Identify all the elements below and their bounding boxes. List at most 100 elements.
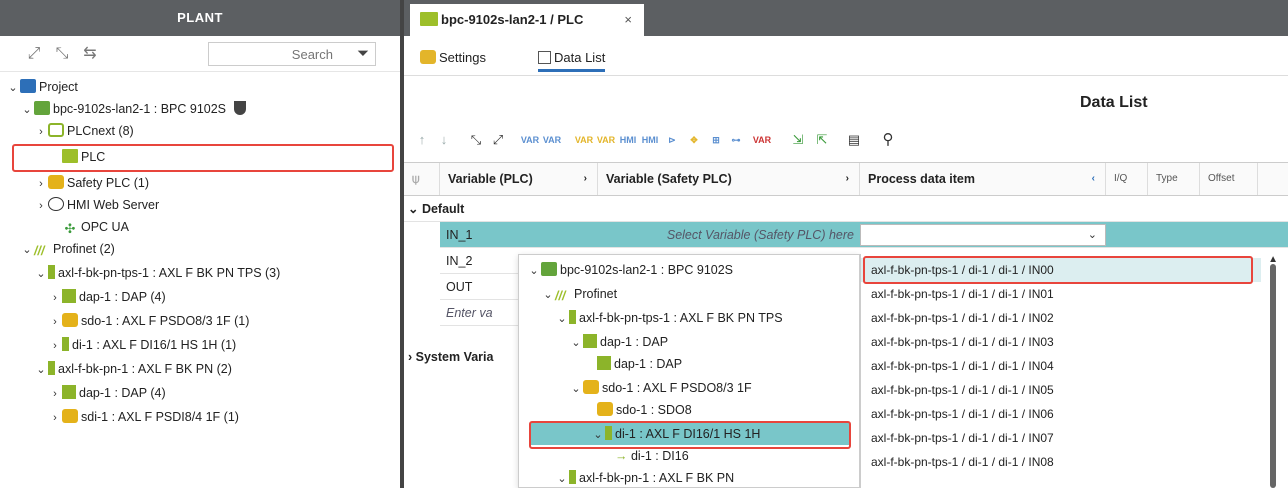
list-item[interactable]: axl-f-bk-pn-tps-1 / di-1 / di-1 / IN05	[861, 378, 1261, 402]
tab-plc[interactable]: bpc-9102s-lan2-1 / PLC ×	[410, 4, 644, 36]
scrollbar[interactable]	[1270, 264, 1276, 488]
tab-data-list[interactable]: Data List	[538, 44, 606, 72]
tree-item-di1[interactable]: › di-1 : AXL F DI16/1 HS 1H (1)	[48, 334, 236, 356]
unlink-var-icon[interactable]: VAR	[596, 130, 616, 150]
move-up-icon[interactable]: ↑	[412, 130, 432, 150]
list-item[interactable]: axl-f-bk-pn-tps-1 / di-1 / di-1 / IN07	[861, 426, 1261, 450]
chevron-down-icon[interactable]: ⌄	[34, 263, 48, 285]
table-row[interactable]: IN_1 Select Variable (Safety PLC) here ⌄	[440, 222, 1288, 248]
tree-item-opc[interactable]: ✣ OPC UA	[48, 216, 129, 238]
cell-variable-plc-new[interactable]: Enter va	[440, 300, 518, 326]
column-offset[interactable]: Offset	[1200, 163, 1258, 195]
chevron-right-icon[interactable]: ›	[34, 195, 48, 217]
chevron-right-icon[interactable]: ›	[846, 163, 849, 195]
list-item[interactable]: axl-f-bk-pn-tps-1 / di-1 / di-1 / IN04	[861, 354, 1261, 378]
sync-icon[interactable]: ⇆	[80, 45, 100, 63]
column-variable-plc[interactable]: Variable (PLC) ›	[440, 163, 598, 195]
cell-variable-safety[interactable]: Select Variable (Safety PLC) here	[610, 222, 862, 248]
hmi-unlink-icon[interactable]: HMI	[640, 130, 660, 150]
list-item[interactable]: axl-f-bk-pn-tps-1 / di-1 / di-1 / IN06	[861, 402, 1261, 426]
tree-item-sdi1[interactable]: › sdi-1 : AXL F PSDI8/4 1F (1)	[48, 406, 239, 428]
tree-item-hmi[interactable]: › HMI Web Server	[34, 194, 159, 216]
chevron-down-icon[interactable]: ⌄	[527, 260, 541, 282]
popup-item-sdo-child[interactable]: sdo-1 : SDO8	[597, 399, 692, 421]
chevron-down-icon[interactable]: ⌄	[541, 284, 555, 306]
chevron-right-icon[interactable]: ›	[48, 383, 62, 405]
search-input[interactable]	[209, 43, 339, 65]
chevron-down-icon[interactable]: ⌄	[1088, 228, 1097, 241]
list-item[interactable]: axl-f-bk-pn-tps-1 / di-1 / di-1 / IN01	[861, 282, 1261, 306]
import-csv-icon[interactable]: ⇲	[788, 130, 808, 150]
column-process-data[interactable]: Process data item ‹	[860, 163, 1106, 195]
chevron-right-icon[interactable]: ›	[48, 407, 62, 429]
tree-item-dap2[interactable]: › dap-1 : DAP (4)	[48, 382, 166, 404]
chevron-right-icon[interactable]: ›	[48, 311, 62, 333]
popup-item-sdo-parent[interactable]: ⌄ sdo-1 : AXL F PSDO8/3 1F	[569, 377, 752, 399]
process-data-dropdown[interactable]: ⌄	[860, 224, 1106, 246]
chevron-down-icon[interactable]: ⌄	[555, 308, 569, 330]
chevron-down-icon[interactable]: ⌄	[20, 99, 34, 121]
map-icon[interactable]: ⊞	[706, 130, 726, 150]
popup-item-profinet[interactable]: ⌄///Profinet	[541, 283, 617, 305]
popup-item-dap-parent[interactable]: ⌄ dap-1 : DAP	[569, 331, 668, 353]
chevron-right-icon[interactable]: ›	[34, 121, 48, 143]
popup-item-bk1[interactable]: ⌄ axl-f-bk-pn-tps-1 : AXL F BK PN TPS	[555, 307, 783, 329]
chevron-right-icon[interactable]: ›	[408, 350, 416, 364]
popup-item-dap-child[interactable]: dap-1 : DAP	[597, 353, 682, 375]
expand-icon[interactable]: ⤢	[488, 130, 508, 150]
tree-item-project[interactable]: ⌄ Project	[6, 76, 78, 98]
list-item[interactable]: axl-f-bk-pn-tps-1 / di-1 / di-1 / IN03	[861, 330, 1261, 354]
auto-connect-icon[interactable]: ✥	[684, 130, 704, 150]
safety-module-icon	[583, 380, 599, 394]
chevron-right-icon[interactable]: ›	[48, 335, 62, 357]
popup-item-root[interactable]: ⌄ bpc-9102s-lan2-1 : BPC 9102S	[527, 259, 733, 281]
filter-column-icon[interactable]: ⍦	[404, 163, 440, 195]
tree-item-bk1[interactable]: ⌄ axl-f-bk-pn-tps-1 : AXL F BK PN TPS (3)	[34, 262, 280, 284]
chevron-right-icon[interactable]: ›	[34, 173, 48, 195]
chevron-down-icon[interactable]: ⌄	[20, 239, 34, 261]
add-var-icon[interactable]: VAR	[520, 130, 540, 150]
filter-icon[interactable]: ⏷	[357, 45, 369, 62]
chevron-down-icon[interactable]: ⌄	[569, 378, 583, 400]
chevron-right-icon[interactable]: ›	[584, 163, 587, 195]
column-type[interactable]: Type	[1148, 163, 1200, 195]
collapse-icon[interactable]: ⤡	[466, 130, 486, 150]
tree-item-plcnext[interactable]: › PLCnext (8)	[34, 120, 134, 142]
tree-item-sdo1[interactable]: › sdo-1 : AXL F PSDO8/3 1F (1)	[48, 310, 249, 332]
add-var-group-icon[interactable]: VAR	[542, 130, 562, 150]
chevron-down-icon[interactable]: ⌄	[408, 202, 422, 216]
shield-icon	[233, 101, 246, 115]
hmi-link-icon[interactable]: HMI	[618, 130, 638, 150]
chevron-down-icon[interactable]: ⌄	[569, 332, 583, 354]
chevron-down-icon[interactable]: ⌄	[6, 77, 20, 99]
chevron-left-icon[interactable]: ‹	[1092, 163, 1095, 195]
export-csv-icon[interactable]: ⇱	[812, 130, 832, 150]
list-item[interactable]: axl-f-bk-pn-tps-1 / di-1 / di-1 / IN02	[861, 306, 1261, 330]
link-var-icon[interactable]: VAR	[574, 130, 594, 150]
close-icon[interactable]: ×	[624, 4, 632, 36]
tree-item-profinet[interactable]: ⌄///Profinet (2)	[20, 238, 114, 261]
tab-settings[interactable]: Settings	[420, 44, 486, 72]
tree-item-bk2[interactable]: ⌄ axl-f-bk-pn-1 : AXL F BK PN (2)	[34, 358, 232, 380]
group-system-variables[interactable]: › System Varia	[404, 344, 493, 370]
search-field[interactable]: ⏷	[208, 42, 376, 66]
column-variable-safety[interactable]: Variable (Safety PLC) ›	[598, 163, 860, 195]
column-io[interactable]: I/Q	[1106, 163, 1148, 195]
search-icon[interactable]: ⚲	[878, 130, 898, 150]
tree-item-safety-plc[interactable]: › Safety PLC (1)	[34, 172, 149, 194]
connect-icon[interactable]: ⊳	[662, 130, 682, 150]
tree-item-controller[interactable]: ⌄ bpc-9102s-lan2-1 : BPC 9102S	[20, 98, 249, 120]
chevron-down-icon[interactable]: ⌄	[34, 359, 48, 381]
chevron-right-icon[interactable]: ›	[48, 287, 62, 309]
structure-icon[interactable]: ⊶	[726, 130, 746, 150]
chevron-down-icon[interactable]: ⌄	[555, 468, 569, 487]
popup-item-bk2[interactable]: ⌄ axl-f-bk-pn-1 : AXL F BK PN	[555, 467, 734, 487]
tree-item-dap1[interactable]: › dap-1 : DAP (4)	[48, 286, 166, 308]
collapse-all-icon[interactable]: ⤡	[52, 45, 72, 63]
move-down-icon[interactable]: ↓	[434, 130, 454, 150]
expand-all-icon[interactable]: ⤢	[24, 45, 44, 63]
list-item[interactable]: axl-f-bk-pn-tps-1 / di-1 / di-1 / IN08	[861, 450, 1261, 474]
group-default[interactable]: ⌄ Default	[404, 196, 1288, 222]
columns-icon[interactable]: ▤	[844, 130, 864, 150]
delete-var-icon[interactable]: VAR	[752, 130, 772, 150]
